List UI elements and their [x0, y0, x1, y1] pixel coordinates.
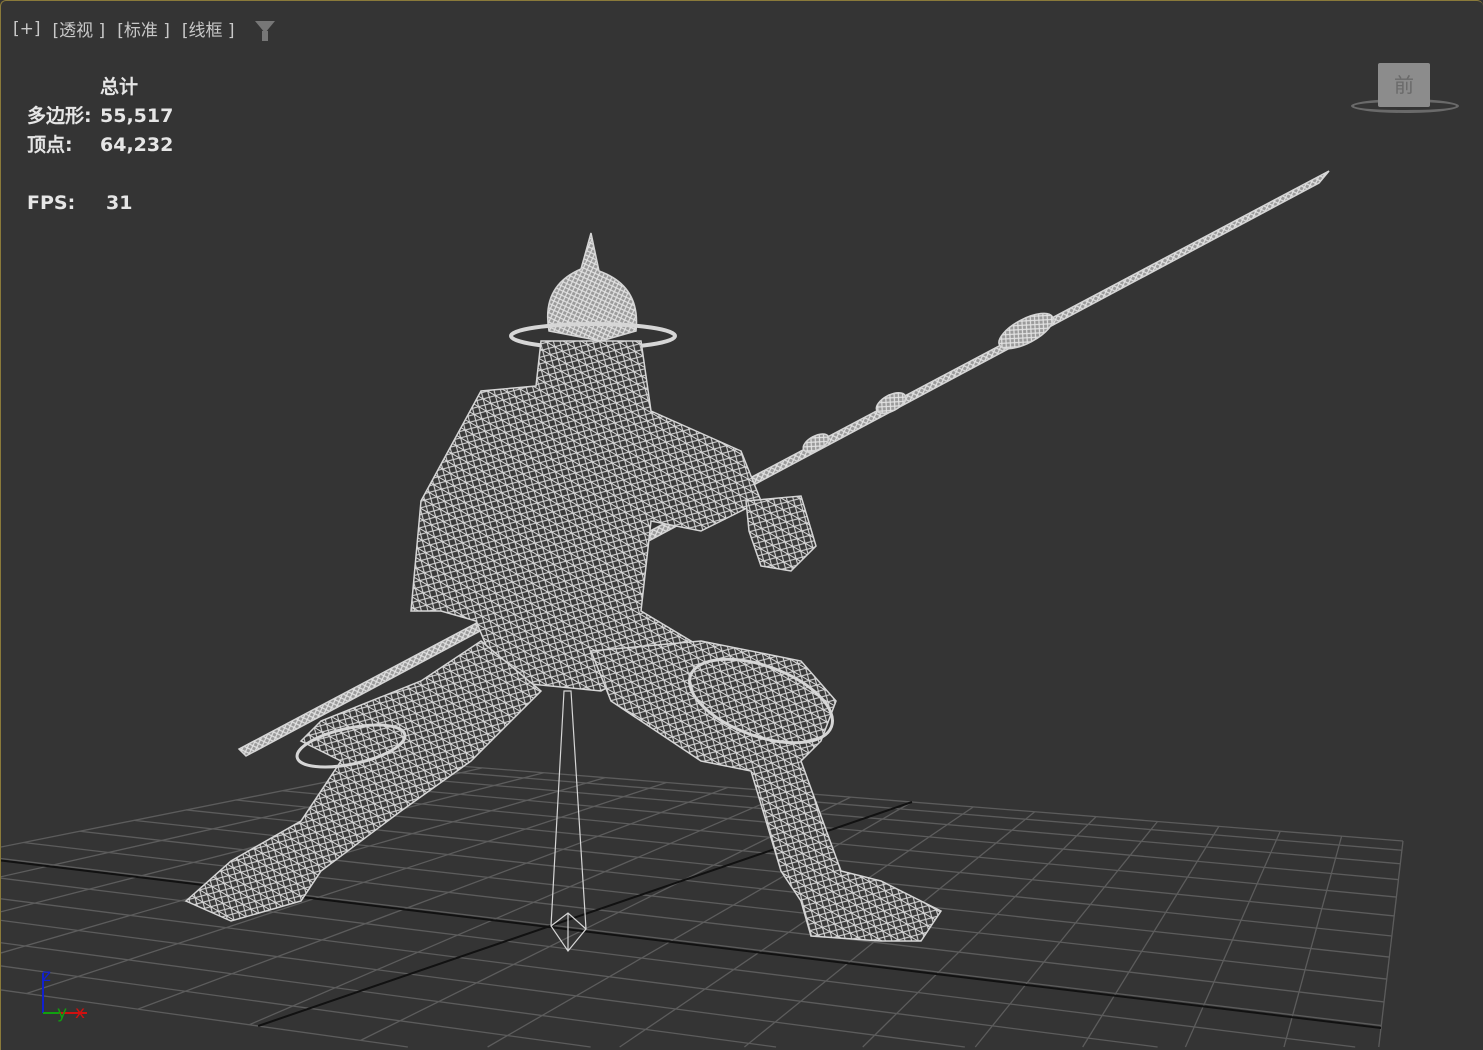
viewport-view-menu[interactable]: [透视 ] — [53, 16, 106, 41]
polygons-label: 多边形: — [27, 105, 92, 127]
axis-tripod: z y x — [42, 966, 87, 1023]
grid-line — [1, 919, 965, 1048]
viewport-plus-menu[interactable]: [+] — [13, 19, 41, 39]
axis-z-label: z — [42, 966, 51, 986]
grid-line — [1, 898, 1158, 1048]
right-leg — [589, 640, 943, 942]
viewcube[interactable]: 前 — [1351, 61, 1461, 121]
stats-header: 总计 — [100, 76, 139, 98]
right-hand — [745, 495, 817, 572]
scene-canvas[interactable] — [1, 1, 1483, 1050]
filter-icon[interactable] — [254, 20, 275, 41]
viewport-wireframe-menu[interactable]: [线框 ] — [182, 16, 235, 41]
vertices-label: 顶点: — [27, 134, 73, 156]
fps-value: 31 — [106, 192, 133, 214]
grid-line — [1, 942, 777, 1048]
grid-line — [1378, 840, 1404, 1048]
perspective-viewport[interactable]: [+] [透视 ] [标准 ] [线框 ] 总计 多边形: 55,517 顶点: 6… — [0, 0, 1483, 1050]
fps-label: FPS: — [27, 192, 76, 214]
viewport-shading-standard-menu[interactable]: [标准 ] — [117, 16, 170, 41]
viewcube-front-face[interactable]: 前 — [1378, 63, 1430, 107]
axis-y-label: y — [57, 1003, 67, 1023]
grid-line — [1283, 835, 1343, 1048]
axis-x-label: x — [75, 1003, 85, 1023]
polygons-value: 55,517 — [100, 105, 174, 127]
vertices-value: 64,232 — [100, 134, 174, 156]
statistics-overlay: 总计 多边形: 55,517 顶点: 64,232 FPS: 31 — [27, 73, 173, 218]
grid-line — [974, 821, 1159, 1048]
viewport-label-menu: [+] [透视 ] [标准 ] [线框 ] — [13, 16, 275, 41]
bone-helper — [550, 690, 587, 953]
character-wireframe — [184, 170, 1330, 953]
